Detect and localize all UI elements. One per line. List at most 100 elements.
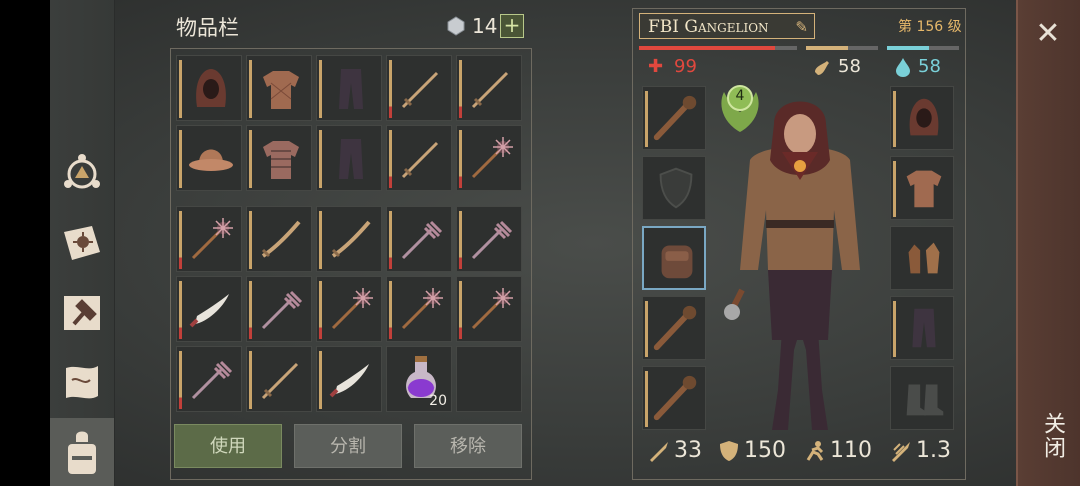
attack-speed-value: 1.3 (916, 438, 951, 463)
sword-icon (471, 71, 509, 109)
item-slot[interactable] (246, 346, 312, 412)
flanged-mace-icon (261, 290, 303, 330)
durability-bar (389, 211, 392, 269)
durability-bar (459, 281, 462, 339)
equip-slot-feet[interactable] (890, 366, 954, 430)
item-slot[interactable] (456, 346, 522, 412)
skills-icon (64, 154, 100, 189)
equip-slot-hands[interactable] (890, 226, 954, 290)
crafting-tab[interactable] (56, 286, 108, 338)
food-icon (815, 61, 829, 75)
skills-tab[interactable] (56, 146, 108, 198)
item-slot[interactable] (456, 206, 522, 272)
add-slots-button[interactable]: + (500, 14, 524, 38)
character-tab[interactable] (50, 418, 114, 486)
item-slot[interactable] (246, 206, 312, 272)
spiked-mace-icon (471, 288, 513, 330)
kettle-helmet-icon (189, 149, 233, 171)
item-slot[interactable] (176, 276, 242, 342)
equipment-slot[interactable] (386, 55, 452, 121)
saber-icon (261, 220, 301, 258)
pants-icon (912, 308, 936, 348)
health-icon: ✚ (648, 56, 664, 77)
equipment-slot[interactable] (316, 125, 382, 191)
food-value: 58 (838, 56, 861, 77)
durability-bar (389, 60, 392, 118)
edit-name-icon[interactable]: ✎ (795, 14, 808, 40)
speed-value: 110 (830, 438, 872, 463)
defense-value: 150 (744, 438, 786, 463)
defense-icon (720, 441, 738, 461)
item-slot[interactable] (316, 206, 382, 272)
item-slot[interactable] (316, 346, 382, 412)
item-quantity: 20 (429, 393, 447, 409)
character-model (724, 101, 860, 430)
item-slot[interactable] (176, 346, 242, 412)
close-label[interactable]: 关闭 (1028, 412, 1068, 460)
sword-icon (261, 362, 299, 400)
equip-slot-shield[interactable] (642, 156, 706, 220)
inventory-grid-equipment (176, 55, 522, 191)
equipment-slot[interactable] (246, 55, 312, 121)
equipment-slot[interactable] (176, 55, 242, 121)
spiked-mace-icon (191, 218, 233, 260)
equipment-slot[interactable] (246, 125, 312, 191)
durability-bar (249, 281, 252, 339)
character-name[interactable]: FBI Gangelion ✎ (639, 13, 815, 39)
scimitar-icon (329, 364, 369, 398)
gem-icon (447, 16, 465, 36)
equip-slot-head[interactable] (890, 86, 954, 150)
journal-tab[interactable] (56, 216, 108, 268)
use-button[interactable]: 使用 (174, 424, 282, 468)
equip-slot-quick-1[interactable] (642, 296, 706, 360)
attack-value: 33 (674, 438, 702, 463)
screen-edge (0, 0, 50, 486)
close-icon[interactable]: ✕ (1030, 16, 1066, 52)
club-icon (653, 375, 697, 421)
backpack-icon (661, 245, 693, 279)
item-slot[interactable]: 20 (386, 346, 452, 412)
durability-bar (389, 130, 392, 188)
map-tab[interactable] (56, 356, 108, 408)
equip-slot-weapon[interactable] (642, 86, 706, 150)
durability-bar (179, 130, 182, 188)
hood-icon (909, 98, 939, 136)
item-slot[interactable] (456, 276, 522, 342)
book-icon (64, 226, 100, 260)
leather-pants-icon (339, 69, 363, 109)
equip-slot-quick-2[interactable] (642, 366, 706, 430)
durability-bar (459, 130, 462, 188)
character-level: 第 156 级 (898, 19, 962, 35)
character-backpack-icon (68, 431, 96, 474)
equip-slot-chest[interactable] (890, 156, 954, 220)
item-slot[interactable] (246, 276, 312, 342)
equipment-slot[interactable] (176, 125, 242, 191)
equip-slot-backpack[interactable] (642, 226, 706, 290)
inventory-title: 物品栏 (176, 16, 239, 40)
attack-speed-icon (892, 442, 910, 462)
quilted-shirt-icon (263, 71, 299, 109)
game-screen: 物品栏 14 + 20 使用 分割 移除 FBI Gangelion ✎ 第 15… (0, 0, 1080, 486)
hood-icon (196, 69, 226, 107)
durability-bar (389, 281, 392, 339)
equipment-slot[interactable] (456, 55, 522, 121)
health-bar (639, 46, 797, 50)
equip-slot-legs[interactable] (890, 296, 954, 360)
club-icon (653, 305, 697, 351)
spiked-mace-icon (401, 288, 443, 330)
inventory-grid-items: 20 (176, 206, 522, 412)
equipment-slot[interactable] (316, 55, 382, 121)
equipment-slot[interactable] (386, 125, 452, 191)
item-slot[interactable] (316, 276, 382, 342)
water-bar (887, 46, 959, 50)
item-slot[interactable] (386, 276, 452, 342)
equipment-slot[interactable] (456, 125, 522, 191)
remove-button[interactable]: 移除 (414, 424, 522, 468)
split-button[interactable]: 分割 (294, 424, 402, 468)
item-slot[interactable] (176, 206, 242, 272)
gloves-icon (908, 242, 940, 274)
durability-bar (179, 60, 182, 118)
item-slot[interactable] (386, 206, 452, 272)
water-value: 58 (918, 56, 941, 77)
health-value: 99 (674, 56, 697, 77)
